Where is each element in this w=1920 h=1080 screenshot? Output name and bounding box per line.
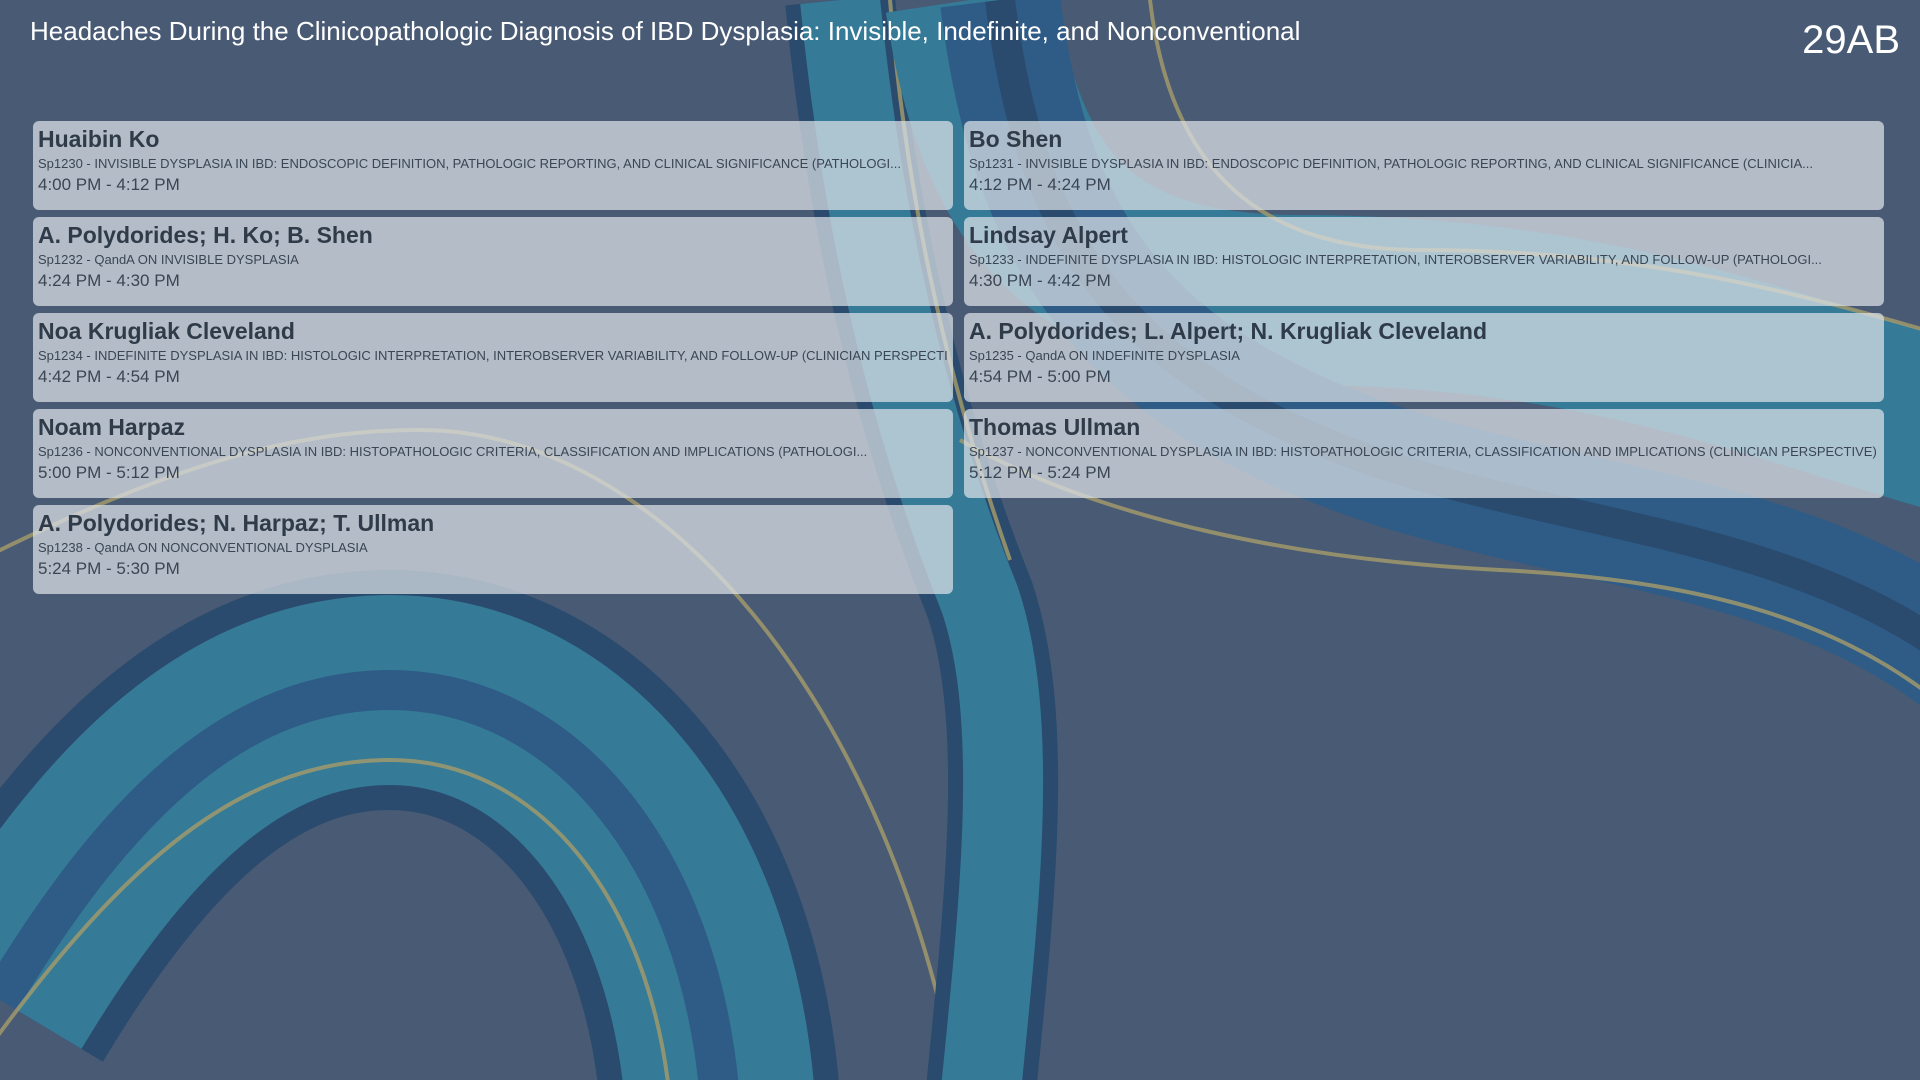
schedule-card: Huaibin Ko Sp1230 - INVISIBLE DYSPLASIA … (33, 121, 953, 210)
time-slot: 4:12 PM - 4:24 PM (969, 175, 1111, 194)
time-slot: 4:42 PM - 4:54 PM (38, 367, 180, 386)
session-title: Headaches During the Clinicopathologic D… (30, 16, 1301, 46)
talk-title: Sp1230 - INVISIBLE DYSPLASIA IN IBD: END… (38, 156, 902, 171)
speaker-name: Bo Shen (969, 126, 1063, 152)
speaker-name: Noa Krugliak Cleveland (38, 318, 295, 344)
time-slot: 4:30 PM - 4:42 PM (969, 271, 1111, 290)
schedule-card: Noa Krugliak Cleveland Sp1234 - INDEFINI… (33, 313, 953, 402)
time-slot: 5:00 PM - 5:12 PM (38, 463, 180, 482)
schedule-grid: Huaibin Ko Sp1230 - INVISIBLE DYSPLASIA … (33, 121, 1884, 594)
time-slot: 5:12 PM - 5:24 PM (969, 463, 1111, 482)
time-slot: 4:24 PM - 4:30 PM (38, 271, 180, 290)
talk-title: Sp1231 - INVISIBLE DYSPLASIA IN IBD: END… (969, 156, 1813, 171)
room-label: 29AB (1802, 18, 1900, 62)
talk-title: Sp1232 - QandA ON INVISIBLE DYSPLASIA (38, 252, 299, 267)
talk-title: Sp1237 - NONCONVENTIONAL DYSPLASIA IN IB… (969, 444, 1877, 459)
schedule-card: Bo Shen Sp1231 - INVISIBLE DYSPLASIA IN … (964, 121, 1884, 210)
schedule-card: Thomas Ullman Sp1237 - NONCONVENTIONAL D… (964, 409, 1884, 498)
speaker-name: Thomas Ullman (969, 414, 1141, 440)
speaker-name: A. Polydorides; N. Harpaz; T. Ullman (38, 510, 435, 536)
schedule-card: A. Polydorides; H. Ko; B. Shen Sp1232 - … (33, 217, 953, 306)
schedule-card: A. Polydorides; N. Harpaz; T. Ullman Sp1… (33, 505, 953, 594)
speaker-name: Noam Harpaz (38, 414, 185, 440)
speaker-name: Lindsay Alpert (969, 222, 1128, 248)
talk-title: Sp1234 - INDEFINITE DYSPLASIA IN IBD: HI… (38, 348, 947, 363)
signage-screen: Headaches During the Clinicopathologic D… (0, 0, 1920, 1080)
talk-title: Sp1235 - QandA ON INDEFINITE DYSPLASIA (969, 348, 1240, 363)
time-slot: 4:54 PM - 5:00 PM (969, 367, 1111, 386)
schedule-card: Noam Harpaz Sp1236 - NONCONVENTIONAL DYS… (33, 409, 953, 498)
schedule-card: Lindsay Alpert Sp1233 - INDEFINITE DYSPL… (964, 217, 1884, 306)
schedule-card: A. Polydorides; L. Alpert; N. Krugliak C… (964, 313, 1884, 402)
speaker-name: A. Polydorides; H. Ko; B. Shen (38, 222, 373, 248)
time-slot: 4:00 PM - 4:12 PM (38, 175, 180, 194)
time-slot: 5:24 PM - 5:30 PM (38, 559, 180, 578)
talk-title: Sp1238 - QandA ON NONCONVENTIONAL DYSPLA… (38, 540, 368, 555)
speaker-name: A. Polydorides; L. Alpert; N. Krugliak C… (969, 318, 1488, 344)
talk-title: Sp1236 - NONCONVENTIONAL DYSPLASIA IN IB… (38, 444, 868, 459)
speaker-name: Huaibin Ko (38, 126, 160, 152)
talk-title: Sp1233 - INDEFINITE DYSPLASIA IN IBD: HI… (969, 252, 1822, 267)
